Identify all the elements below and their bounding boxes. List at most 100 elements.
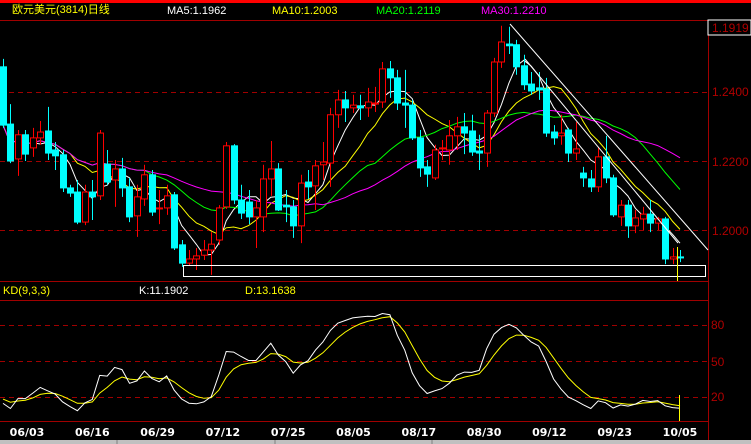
candle-body — [7, 123, 14, 162]
candle-body — [394, 77, 401, 104]
candle-down[interactable] — [662, 216, 669, 265]
candle-body — [350, 104, 357, 109]
date-tick-label: 08/05 — [336, 426, 371, 439]
ma5-label: MA5:1.1962 — [167, 5, 226, 17]
candle-body — [647, 213, 654, 224]
candle-down[interactable] — [149, 169, 156, 216]
candle-body — [439, 147, 446, 150]
candle-body — [521, 65, 528, 86]
candle-body — [469, 130, 476, 153]
candle-body — [491, 61, 498, 114]
candle-body — [446, 135, 453, 151]
candle-up[interactable] — [216, 205, 223, 245]
candle-body — [82, 191, 89, 223]
candle-body — [506, 43, 513, 47]
candle-body — [484, 112, 491, 154]
candle-body — [171, 194, 178, 249]
candle-down[interactable] — [171, 192, 178, 251]
date-tick-label: 06/03 — [10, 426, 45, 439]
candle-body — [298, 182, 305, 227]
candle-body — [558, 132, 565, 137]
candle-up[interactable] — [432, 144, 439, 180]
candle-body — [0, 66, 7, 126]
candle-body — [149, 174, 156, 213]
candle-body — [253, 207, 260, 218]
candle-body — [528, 83, 535, 92]
candle-body — [625, 204, 632, 227]
candle-body — [327, 114, 334, 164]
candle-body — [342, 99, 349, 109]
price-tick-1: 1.2400 — [712, 85, 749, 99]
candle-body — [134, 196, 141, 217]
candle-up[interactable] — [97, 129, 104, 200]
candle-body — [372, 102, 379, 105]
candle-body — [74, 191, 81, 223]
candle-body — [290, 206, 297, 227]
date-tick-label: 10/05 — [663, 426, 698, 439]
candle-up[interactable] — [223, 142, 230, 209]
date-tick-label: 06/16 — [75, 426, 110, 439]
candle-body — [223, 145, 230, 208]
candle-body — [573, 148, 580, 154]
candle-down[interactable] — [275, 163, 282, 212]
ma10-label: MA10:1.2003 — [272, 5, 337, 17]
candle-body — [283, 204, 290, 208]
candle-body — [417, 137, 424, 169]
candle-body — [238, 199, 245, 214]
candle-body — [193, 255, 200, 260]
kd-tick-80: 80 — [711, 318, 725, 332]
candle-body — [186, 258, 193, 264]
candle-body — [632, 217, 639, 227]
candle-body — [387, 68, 394, 79]
candle-body — [402, 102, 409, 106]
ma30-label: MA30:1.2210 — [481, 5, 546, 17]
date-tick-label: 06/29 — [140, 426, 175, 439]
candle-body — [454, 126, 461, 137]
candle-down[interactable] — [409, 99, 416, 140]
candle-body — [365, 101, 372, 109]
chart-title: 欧元美元(3814)日线 — [12, 2, 110, 16]
kd-k-value: K:11.1902 — [139, 285, 188, 297]
candle-body — [424, 166, 431, 175]
candle-body — [119, 168, 126, 189]
candle-body — [60, 154, 67, 189]
candle-body — [30, 137, 37, 149]
candle-body — [595, 156, 602, 188]
kd-tick-50: 50 — [711, 355, 725, 369]
candle-body — [640, 213, 647, 220]
candle-body — [461, 126, 468, 134]
candle-down[interactable] — [60, 149, 67, 193]
status-strip — [0, 440, 751, 444]
date-tick-label: 09/12 — [532, 426, 567, 439]
candle-body — [275, 168, 282, 211]
candle-down[interactable] — [231, 144, 238, 205]
candle-body — [201, 249, 208, 256]
date-tick-label: 07/25 — [271, 426, 306, 439]
ma20-label: MA20:1.2119 — [376, 5, 441, 17]
candle-body — [543, 88, 550, 134]
price-tick-2: 1.2200 — [712, 155, 749, 169]
candle-body — [610, 177, 617, 216]
candle-body — [312, 165, 319, 187]
candle-body — [618, 204, 625, 218]
candle-body — [208, 243, 215, 251]
candle-body — [551, 131, 558, 139]
forex-daily-chart: 欧元美元(3814)日线 MA5:1.1962 MA10:1.2003 MA20… — [0, 0, 751, 444]
candle-down[interactable] — [610, 174, 617, 217]
candle-body — [141, 174, 148, 200]
kd-tick-20: 20 — [711, 390, 725, 404]
candle-body — [164, 195, 171, 209]
date-tick-label: 09/23 — [597, 426, 632, 439]
candle-body — [409, 104, 416, 139]
date-tick-label: 08/17 — [401, 426, 436, 439]
candle-body — [22, 134, 29, 155]
candle-body — [335, 99, 342, 116]
candle-body — [15, 134, 22, 160]
candle-body — [45, 130, 52, 154]
candle-up[interactable] — [379, 61, 386, 108]
candle-body — [97, 132, 104, 197]
candle-body — [126, 186, 133, 218]
candle-up[interactable] — [491, 57, 498, 117]
candle-down[interactable] — [0, 58, 7, 128]
candle-body — [670, 256, 677, 260]
